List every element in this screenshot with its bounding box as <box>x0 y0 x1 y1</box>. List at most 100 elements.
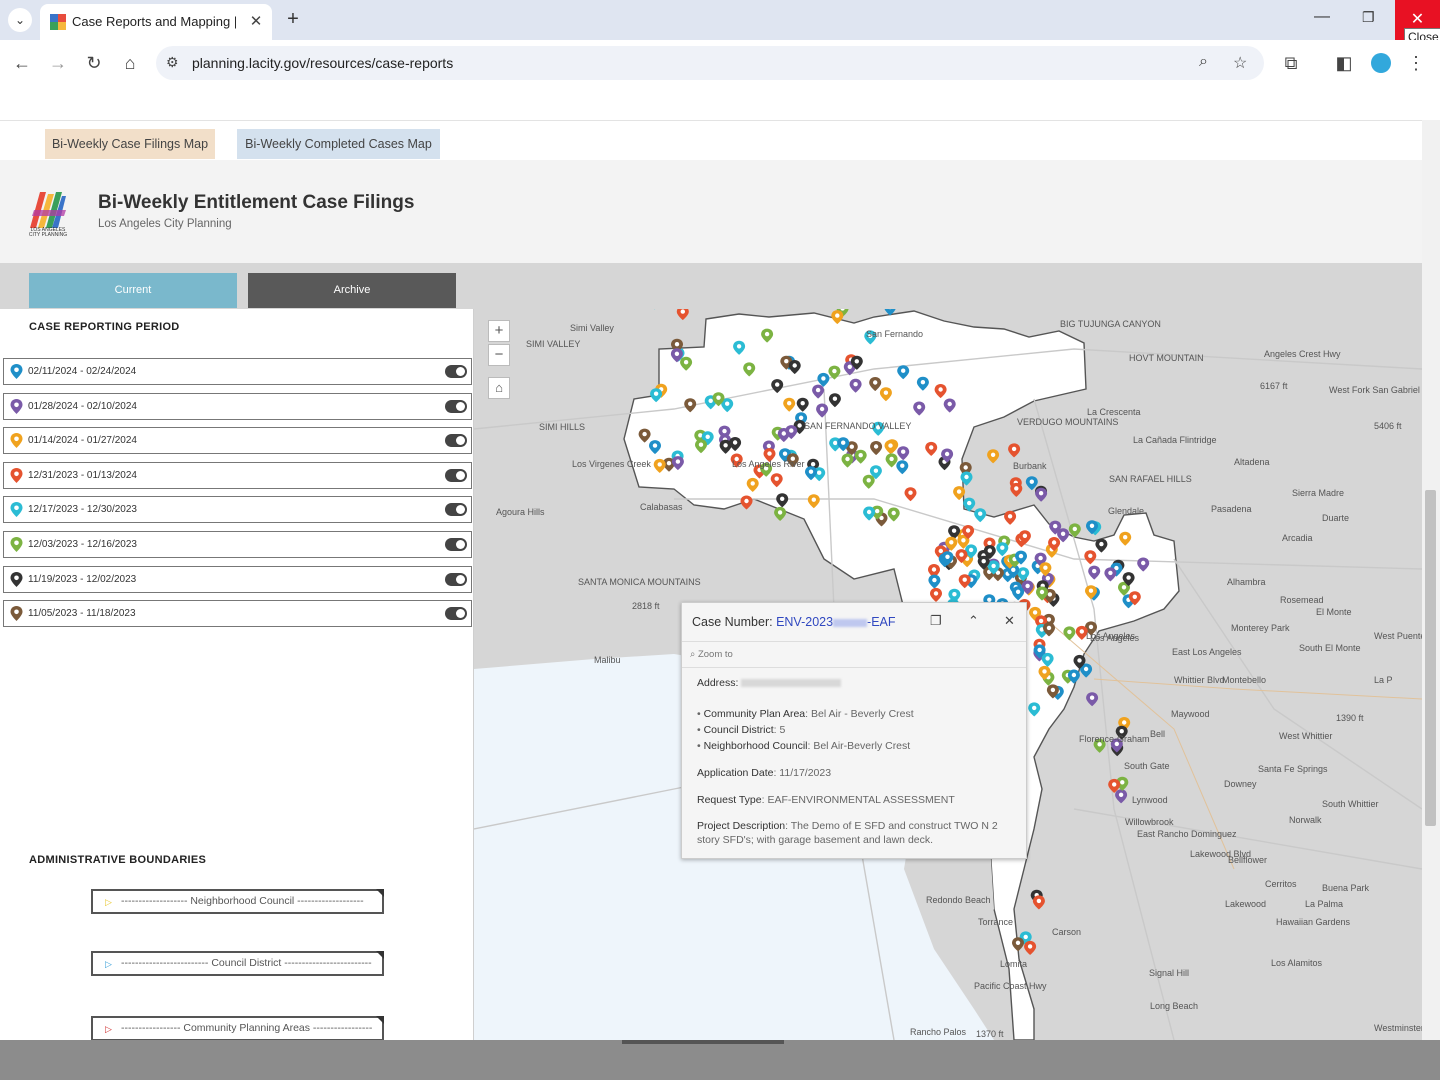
browser-menu-icon[interactable]: ⋮ <box>1405 52 1427 74</box>
close-popup-icon[interactable]: ✕ <box>1004 613 1015 629</box>
home-extent-icon[interactable]: ⌂ <box>488 377 510 399</box>
map-place-label: HOVT MOUNTAIN <box>1129 353 1204 363</box>
map-place-label: 1370 ft <box>976 1029 1004 1039</box>
collapse-popup-icon[interactable]: ⌃ <box>968 613 979 629</box>
horizontal-scroll-thumb[interactable] <box>622 1040 784 1044</box>
redacted-case-digits <box>833 618 868 627</box>
layer-visibility-toggle[interactable] <box>445 399 467 413</box>
tab-close-icon[interactable]: ✕ <box>248 12 264 30</box>
period-row[interactable]: 11/05/2023 - 11/18/2023 <box>3 600 472 628</box>
period-label: 12/31/2023 - 01/13/2024 <box>28 469 137 481</box>
map-place-label: Torrance <box>978 917 1014 927</box>
back-arrow-icon[interactable]: ← <box>11 52 33 74</box>
bookmark-star-icon[interactable]: ☆ <box>1233 53 1247 73</box>
community-plan-line: • Community Plan Area: Bel Air - Beverly… <box>697 708 914 720</box>
period-button-bar: Current Archive <box>0 263 1422 309</box>
layer-visibility-toggle[interactable] <box>445 607 467 621</box>
page-title: Bi-Weekly Entitlement Case Filings <box>98 192 415 213</box>
zoom-out-button[interactable]: − <box>488 344 510 366</box>
map-place-label: Santa Fe Springs <box>1258 764 1328 774</box>
period-row[interactable]: 12/17/2023 - 12/30/2023 <box>3 496 472 524</box>
tab-case-filings-map[interactable]: Bi-Weekly Case Filings Map <box>45 129 215 159</box>
dock-popup-icon[interactable]: ❐ <box>930 613 942 629</box>
boundary-layer-label: ------------------- Neighborhood Council… <box>121 895 364 907</box>
window-minimize-icon[interactable]: — <box>1314 8 1330 26</box>
period-row[interactable]: 12/03/2023 - 12/16/2023 <box>3 531 472 558</box>
layer-visibility-toggle[interactable] <box>445 468 467 482</box>
map-place-label: East Rancho Dominguez <box>1137 829 1237 839</box>
page-scrollbar-thumb[interactable] <box>1425 490 1436 826</box>
tab-completed-cases-map[interactable]: Bi-Weekly Completed Cases Map <box>237 129 440 159</box>
address-line: Address: <box>697 677 842 689</box>
case-number-label: Case Number: <box>692 615 777 629</box>
community-plan-label: Community Plan Area <box>703 708 806 720</box>
boundary-layer-row[interactable]: ▷ ------------------------- Council Distr… <box>91 951 384 976</box>
omnibox[interactable]: ⚙ planning.lacity.gov/resources/case-rep… <box>156 46 1264 80</box>
new-tab-plus-icon[interactable]: + <box>282 8 304 30</box>
map-pin-icon <box>10 571 23 587</box>
period-label: 01/14/2024 - 01/27/2024 <box>28 435 137 447</box>
map-place-label: La Cañada Flintridge <box>1133 435 1217 445</box>
forward-arrow-icon[interactable]: → <box>47 52 69 74</box>
zoom-to-magnifier-icon: ⌕ <box>690 649 698 660</box>
map-pin-icon <box>10 433 23 449</box>
boundary-layer-label: ----------------- Community Planning Are… <box>121 1022 373 1034</box>
app-header: LOS ANGELES CITY PLANNING Bi-Weekly Enti… <box>0 160 1422 264</box>
map-place-label: BIG TUJUNGA CANYON <box>1060 319 1161 329</box>
url-text[interactable]: planning.lacity.gov/resources/case-repor… <box>192 55 453 71</box>
layer-visibility-toggle[interactable] <box>445 538 467 551</box>
map-place-label: Calabasas <box>640 502 683 512</box>
layer-panel: CASE REPORTING PERIOD 02/11/2024 - 02/24… <box>0 309 474 1040</box>
map-place-label: Whittier Blvd <box>1174 675 1225 685</box>
home-icon[interactable]: ⌂ <box>119 52 141 74</box>
map-place-label: SIMI HILLS <box>539 422 586 432</box>
map-place-label: Sierra Madre <box>1292 488 1345 498</box>
layer-visibility-toggle[interactable] <box>445 503 467 517</box>
redacted-address <box>741 679 842 688</box>
map-place-label: Agoura Hills <box>496 507 545 517</box>
current-button[interactable]: Current <box>29 273 237 308</box>
archive-button[interactable]: Archive <box>248 273 456 308</box>
period-row[interactable]: 01/28/2024 - 02/10/2024 <box>3 392 472 420</box>
period-row[interactable]: 01/14/2024 - 01/27/2024 <box>3 427 472 455</box>
period-row[interactable]: 02/11/2024 - 02/24/2024 <box>3 358 472 385</box>
map-place-label: La Crescenta <box>1087 407 1141 417</box>
map-place-label: Los Angeles River <box>732 459 805 469</box>
popup-divider <box>682 641 1026 642</box>
map-place-label: Malibu <box>594 655 621 665</box>
map-place-label: SANTA MONICA MOUNTAINS <box>578 577 701 587</box>
boundary-layer-row[interactable]: ▷ ------------------- Neighborhood Counci… <box>91 889 384 914</box>
layer-visibility-toggle[interactable] <box>445 572 467 586</box>
side-panel-icon[interactable]: ◧ <box>1333 52 1355 74</box>
zoom-to-link[interactable]: ⌕ Zoom to <box>690 649 733 660</box>
extensions-puzzle-icon[interactable]: ⧉ <box>1280 52 1302 74</box>
address-label: Address: <box>697 677 742 689</box>
application-date-label: Application Date <box>697 767 774 779</box>
browser-tab[interactable]: Case Reports and Mapping | Lo ✕ <box>40 4 272 40</box>
boundary-outline-icon: ▷ <box>105 959 112 969</box>
map-place-label: Pasadena <box>1211 504 1252 514</box>
map-place-label: Burbank <box>1013 461 1047 471</box>
site-favicon-icon <box>50 14 66 30</box>
profile-avatar[interactable] <box>1371 53 1391 73</box>
map-place-label: Lakewood Blvd <box>1190 849 1252 859</box>
zoom-magnifier-icon[interactable]: ⌕ <box>1199 53 1208 71</box>
map-place-label: Carson <box>1052 927 1082 937</box>
map-place-label: South Gate <box>1124 761 1170 771</box>
case-number-value: ENV-2023 <box>776 615 834 629</box>
boundary-layer-row[interactable]: ▷ ----------------- Community Planning Ar… <box>91 1016 384 1040</box>
layer-visibility-toggle[interactable] <box>445 365 467 378</box>
tab-search-chevron-icon[interactable]: ⌄ <box>8 8 32 32</box>
map-place-label: Pacific Coast Hwy <box>974 981 1047 991</box>
site-settings-icon[interactable]: ⚙ <box>166 54 179 71</box>
period-row[interactable]: 11/19/2023 - 12/02/2023 <box>3 565 472 593</box>
map-pin-icon <box>10 398 23 414</box>
map-place-label: Maywood <box>1171 709 1210 719</box>
request-type-line: Request Type: EAF-ENVIRONMENTAL ASSESSME… <box>697 794 955 806</box>
map-place-label: Florence-Graham <box>1079 734 1150 744</box>
zoom-in-button[interactable]: + <box>488 320 510 342</box>
reload-icon[interactable]: ↻ <box>83 52 105 74</box>
period-row[interactable]: 12/31/2023 - 01/13/2024 <box>3 461 472 489</box>
layer-visibility-toggle[interactable] <box>445 434 467 448</box>
window-restore-icon[interactable]: ❐ <box>1362 9 1375 26</box>
